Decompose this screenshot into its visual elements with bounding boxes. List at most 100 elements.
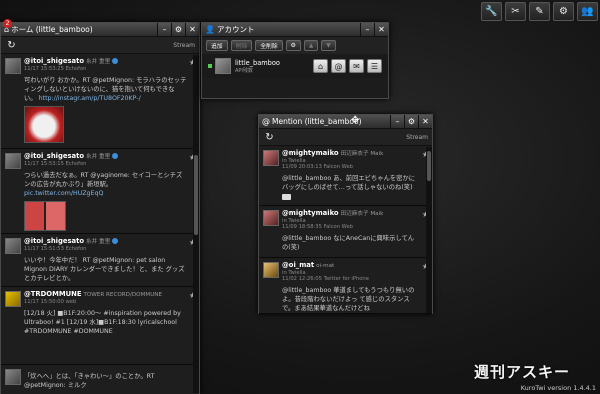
tweet-link[interactable]: http://instagr.am/p/TU8OF20KP-/ xyxy=(39,95,141,102)
tweet-username[interactable]: @mightymaiko xyxy=(282,149,339,157)
close-button[interactable]: ✕ xyxy=(185,23,199,36)
settings-button[interactable]: ⚙ xyxy=(404,115,418,128)
avatar[interactable] xyxy=(263,262,279,278)
avatar[interactable] xyxy=(263,210,279,226)
tweet-meta: 11/17 15:53:15 Echofon xyxy=(24,161,87,167)
tools-icon[interactable]: ✂ xyxy=(505,2,526,21)
tweet-image-thumbnail[interactable] xyxy=(24,106,64,143)
mention-icon[interactable]: @ xyxy=(331,59,346,73)
compose-icon[interactable]: ✎ xyxy=(529,2,550,21)
reply-icon[interactable] xyxy=(282,194,291,200)
avatar[interactable] xyxy=(5,238,21,254)
avatar[interactable] xyxy=(5,58,21,74)
tweet-text: 可わいがり おかか。RT @petMignon: モラハラのセッティングしないと… xyxy=(24,77,187,102)
tweet-item[interactable]: ★ @TRDOMMUNETOWER RECORD/DOMMUNE 11/17 1… xyxy=(1,287,199,365)
tweet-item[interactable]: ★ @itoi_shigesato糸井 重里 11/17 15:51:53 Ec… xyxy=(1,234,199,287)
panel-title: ホーム (little_bamboo) xyxy=(11,25,93,34)
online-status-icon xyxy=(208,64,212,68)
tweet-text: @little_bamboo あ、前回エビちゃんを密かにバッグにしのばせて…って… xyxy=(282,175,416,191)
tweet-text: 「炊へへ」とは、「きゃわい〜」のことか。RT @petMignon: ミルク xyxy=(24,373,155,389)
tweet-username[interactable]: @itoi_shigesato xyxy=(24,152,84,160)
message-icon[interactable]: ✉ xyxy=(349,59,364,73)
tweet-realname: 糸井 重里 xyxy=(86,239,111,245)
scroll-thumb[interactable] xyxy=(427,151,431,181)
tweet-text: いいや！今年中だ！ RT @petMignon: pet salon Migno… xyxy=(24,257,185,282)
tweet-realname: 糸井 重里 xyxy=(86,59,111,65)
delete-all-button[interactable]: 全削除 xyxy=(255,40,283,51)
tweet-meta: in Twiella 11/02 12:26:05 Twitter for iPh… xyxy=(282,270,369,282)
tweet-item[interactable]: ★ @mightymaiko田辺麻衣子 Maik in Twiella11/09… xyxy=(259,206,432,258)
tweet-realname: 糸井 重里 xyxy=(86,154,111,160)
avatar[interactable] xyxy=(215,58,231,74)
tweet-username[interactable]: @mightymaiko xyxy=(282,209,339,217)
users-icon[interactable]: 👥 xyxy=(577,2,598,21)
tweet-username[interactable]: @TRDOMMUNE xyxy=(24,290,81,298)
tweet-item[interactable]: ★ @oi_matoi-mat in Twiella11/02 12:26:05… xyxy=(259,258,432,314)
scrollbar[interactable] xyxy=(193,55,199,393)
settings-button[interactable]: ⚙ xyxy=(171,23,185,36)
verified-icon xyxy=(112,58,119,64)
account-row[interactable]: little_bamboo API残数 ⌂ @ ✉ ☰ xyxy=(202,54,388,78)
avatar[interactable] xyxy=(5,291,21,307)
close-button[interactable]: ✕ xyxy=(374,23,388,36)
tweet-meta: in Twiella 11/09 18:58:35 Falcon Web xyxy=(282,218,353,230)
gear-icon[interactable]: ⚙ xyxy=(285,40,301,51)
tweet-realname: TOWER RECORD/DOMMUNE xyxy=(83,292,163,298)
tweet-meta: 11/17 15:51:53 Echofon xyxy=(24,246,87,252)
tweet-image-thumbnail[interactable] xyxy=(24,201,66,231)
api-remaining-label: API残数 xyxy=(235,67,253,74)
panel-header[interactable]: ⌂ ホーム (little_bamboo) – ⚙ ✕ xyxy=(1,23,199,37)
tweet-item[interactable]: 「炊へへ」とは、「きゃわい〜」のことか。RT @petMignon: ミルク xyxy=(1,365,199,394)
version-label: KuroTwi version 1.4.4.1 xyxy=(520,384,596,392)
scroll-thumb[interactable] xyxy=(194,155,198,235)
tweet-text: @little_bamboo 華道ましてもうつもり無いのよ。昔段階わないだけよっ… xyxy=(282,287,415,312)
list-icon[interactable]: ☰ xyxy=(367,59,382,73)
tweet-meta: in Twiella 11/09 20:03:13 Falcon Web xyxy=(282,158,353,170)
wrench-icon[interactable]: 🔧 xyxy=(481,2,502,21)
refresh-icon[interactable]: ↻ xyxy=(263,131,276,144)
account-toolbar: 追加 削除 全削除 ⚙ ▲ ▼ xyxy=(202,37,388,54)
home-timeline-panel: 2 ⌂ ホーム (little_bamboo) – ⚙ ✕ ↻ Stream ★… xyxy=(0,19,200,394)
minimize-button[interactable]: – xyxy=(157,23,171,36)
home-icon[interactable]: ⌂ xyxy=(313,59,328,73)
panel-subbar: ↻ Stream xyxy=(259,129,432,146)
avatar[interactable] xyxy=(5,369,21,385)
panel-header[interactable]: @ Mention (little_bamboo) – ⚙ ✕ xyxy=(259,115,432,129)
account-name: little_bamboo xyxy=(235,58,280,67)
tweet-text: @little_bamboo なにAneCanに興味示してんの(笑) xyxy=(282,235,415,251)
panel-subbar: ↻ Stream xyxy=(1,37,199,54)
avatar[interactable] xyxy=(263,150,279,166)
minimize-button[interactable]: – xyxy=(390,115,404,128)
panel-title: アカウント xyxy=(216,25,255,34)
panel-title: Mention (little_bamboo) xyxy=(272,117,362,126)
account-icon: 👤 xyxy=(205,25,215,34)
tweet-item[interactable]: ★ @mightymaiko田辺麻衣子 Maik in Twiella11/09… xyxy=(259,146,432,206)
tweet-item[interactable]: ★ @itoi_shigesato糸井 重里 11/17 15:53:15 Ec… xyxy=(1,149,199,234)
gear-icon[interactable]: ⚙ xyxy=(553,2,574,21)
move-down-icon[interactable]: ▼ xyxy=(321,40,336,51)
add-account-button[interactable]: 追加 xyxy=(206,40,228,51)
verified-icon xyxy=(112,153,119,159)
tweet-username[interactable]: @itoi_shigesato xyxy=(24,57,84,65)
tweet-username[interactable]: @itoi_shigesato xyxy=(24,237,84,245)
delete-account-button[interactable]: 削除 xyxy=(230,40,253,51)
stream-label: Stream xyxy=(406,133,428,141)
move-cursor-icon: ✥ xyxy=(351,115,360,126)
verified-icon xyxy=(112,238,119,244)
tweet-username[interactable]: @oi_mat xyxy=(282,261,314,269)
global-toolbar: 🔧 ✂ ✎ ⚙ 👥 xyxy=(481,2,598,22)
tweet-realname: 田辺麻衣子 Maik xyxy=(340,211,384,217)
avatar[interactable] xyxy=(5,153,21,169)
account-panel: 👤 アカウント – ✕ 追加 削除 全削除 ⚙ ▲ ▼ little_bambo… xyxy=(201,22,389,99)
minimize-button[interactable]: – xyxy=(360,23,374,36)
mention-panel: @ Mention (little_bamboo) – ⚙ ✕ ↻ Stream… xyxy=(258,114,433,314)
scrollbar[interactable] xyxy=(426,147,432,313)
close-button[interactable]: ✕ xyxy=(418,115,432,128)
tweet-text: つらい過去だなぁ。RT @yaginome: セイコーとシチズンの広告が丸かぶり… xyxy=(24,172,183,197)
tweet-link[interactable]: pic.twitter.com/HUZgEqQ xyxy=(24,190,103,197)
watermark-logo: 週刊アスキー xyxy=(473,363,570,381)
tweet-item[interactable]: ★ @itoi_shigesato糸井 重里 11/17 15:53:25 Ec… xyxy=(1,54,199,149)
move-up-icon[interactable]: ▲ xyxy=(303,40,319,51)
panel-header[interactable]: 👤 アカウント – ✕ xyxy=(202,23,388,37)
refresh-icon[interactable]: ↻ xyxy=(5,39,18,52)
